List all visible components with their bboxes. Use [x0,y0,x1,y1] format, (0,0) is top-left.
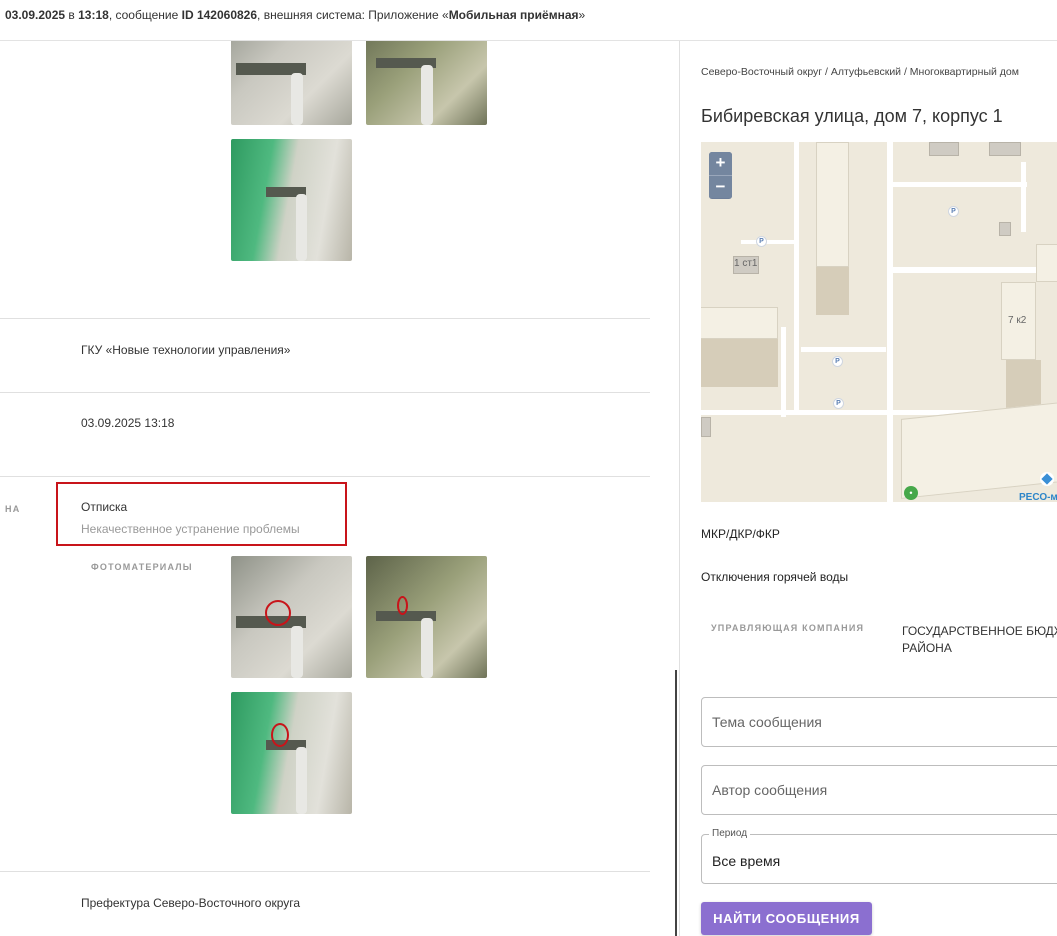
management-company-value: ГОСУДАРСТВЕННОЕ БЮДЖ АЛТУФЬЕВСКОГО РАЙОН… [902,624,1057,655]
divider [0,392,650,393]
status-value: Отписка [81,500,128,514]
find-messages-button[interactable]: НАЙТИ СООБЩЕНИЯ [701,902,872,935]
topic-input[interactable]: Тема сообщения [701,697,1057,747]
defect-marker [271,723,289,747]
programs-text: МКР/ДКР/ФКР [701,527,780,541]
photos-label: ФОТОМАТЕРИАЛЫ [91,562,193,572]
message-time: 13:18 [78,8,109,22]
message-prefix: , сообщение [108,8,179,22]
defect-marker [397,596,408,615]
photo-thumbnail[interactable] [231,139,352,261]
photo-thumbnail[interactable] [366,41,487,125]
message-details-panel: ГКУ «Новые технологии управления» 03.09.… [0,41,679,936]
system-prefix: , внешняя система: Приложение « [257,8,449,22]
breadcrumb: Северо-Восточный округ / Алтуфьевский / … [701,66,1019,78]
management-company-label: УПРАВЛЯЮЩАЯ КОМПАНИЯ [711,623,865,633]
map[interactable]: 1 ст1 7 к2 P P P P • РЕСО-м + − [701,142,1057,502]
diamond-icon [1040,472,1054,486]
period-value: Все время [712,853,781,869]
zoom-control: + − [709,152,732,199]
parking-icon: P [833,398,844,409]
photo-thumbnail[interactable] [366,556,487,678]
parking-icon: P [948,206,959,217]
status-highlight-box [56,482,347,546]
author-input[interactable]: Автор сообщения [701,765,1057,815]
scrollbar[interactable] [675,670,677,936]
address-title: Бибиревская улица, дом 7, корпус 1 [701,106,1003,126]
system-suffix: » [578,8,586,22]
divider [0,318,650,319]
status-side-label: НА [5,504,21,514]
parking-icon: P [832,356,843,367]
photo-thumbnail[interactable] [231,692,352,814]
photo-thumbnail[interactable] [231,556,352,678]
message-meta: 03.09.2025 в 13:18, сообщение ID 1420608… [5,8,585,22]
zoom-in-button[interactable]: + [709,152,732,175]
message-date: 03.09.2025 [5,8,66,22]
period-label: Период [709,828,751,839]
cart-icon: • [904,486,918,500]
map-poi-label: РЕСО-м [1019,492,1057,502]
system-name: Мобильная приёмная [448,8,579,22]
map-label: 1 ст1 [734,258,758,269]
prefecture-value: Префектура Северо-Восточного округа [81,896,301,910]
divider [0,871,650,872]
parking-icon: P [756,236,767,247]
period-select[interactable]: Период Все время [701,828,1057,884]
defect-marker [265,600,291,626]
topic-placeholder: Тема сообщения [712,714,822,730]
organization-value: ГКУ «Новые технологии управления» [81,343,291,357]
in-word: в [68,8,75,22]
map-label: 7 к2 [1008,315,1027,326]
message-id: ID 142060826 [181,8,258,22]
author-placeholder: Автор сообщения [712,782,828,798]
location-panel: Северо-Восточный округ / Алтуфьевский / … [680,41,1057,936]
status-reason: Некачественное устранение проблемы [81,522,300,536]
divider [0,476,650,477]
message-header: 03.09.2025 в 13:18, сообщение ID 1420608… [0,0,1057,41]
zoom-out-button[interactable]: − [709,175,732,198]
datetime-value: 03.09.2025 13:18 [81,416,175,430]
hot-water-link[interactable]: Отключения горячей воды [701,570,848,584]
photo-thumbnail[interactable] [231,41,352,125]
